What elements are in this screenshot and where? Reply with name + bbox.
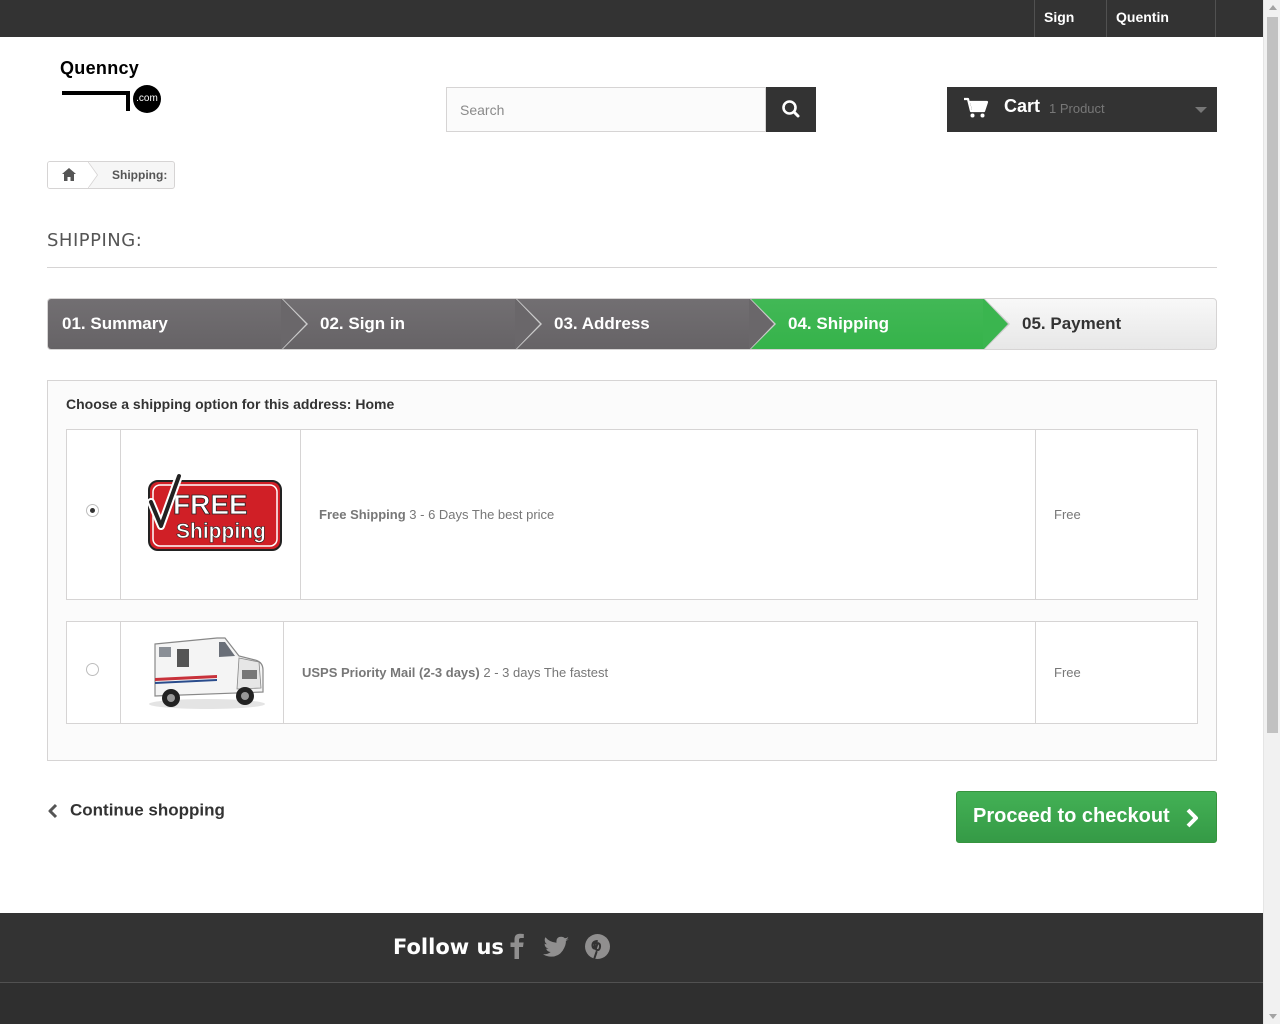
delivery-radio-selected[interactable] xyxy=(86,504,99,517)
step-sign-in[interactable]: 02. Sign in xyxy=(282,299,542,349)
step-address[interactable]: 03. Address xyxy=(516,299,776,349)
step-payment: 05. Payment xyxy=(984,299,1216,349)
follow-us-heading: Follow us xyxy=(393,935,504,959)
option-price-cell: Free xyxy=(1036,430,1197,599)
free-shipping-logo: FREE Shipping xyxy=(147,472,282,551)
facebook-link[interactable] xyxy=(509,932,525,965)
breadcrumb: Shipping: xyxy=(47,161,175,189)
search-button[interactable] xyxy=(766,87,816,132)
cart-label: Cart xyxy=(1004,96,1041,116)
site-logo[interactable]: Quenncy .com xyxy=(58,58,168,118)
delivery-option[interactable]: FREE Shipping Free Shipping 3 - 6 Days T… xyxy=(66,429,1198,600)
delivery-radio[interactable] xyxy=(86,663,99,676)
search-icon xyxy=(782,100,800,118)
option-description: USPS Priority Mail (2-3 days) 2 - 3 days… xyxy=(302,665,608,680)
cart-button[interactable]: Cart 1 Product xyxy=(947,87,1217,132)
option-name: USPS Priority Mail (2-3 days) xyxy=(302,665,480,680)
step-summary[interactable]: 01. Summary xyxy=(48,299,308,349)
option-name: Free Shipping xyxy=(319,507,406,522)
footer-bottom-bar xyxy=(0,982,1263,1024)
continue-shopping-label: Continue shopping xyxy=(70,800,225,820)
sign-out-link[interactable]: Sign out xyxy=(1034,0,1106,59)
step-label: 01. Summary xyxy=(62,314,168,333)
user-account-link[interactable]: Quentin Crabb xyxy=(1106,0,1216,59)
chevron-down-icon xyxy=(1195,107,1207,113)
step-label: 03. Address xyxy=(554,314,650,333)
option-detail: 2 - 3 days The fastest xyxy=(483,665,609,680)
step-label: 02. Sign in xyxy=(320,314,406,333)
step-shipping[interactable]: 04. Shipping xyxy=(750,299,1010,349)
option-price-cell: Free xyxy=(1036,622,1197,723)
step-label: 04. Shipping xyxy=(788,314,890,333)
option-price: Free xyxy=(1054,507,1081,522)
scroll-thumb[interactable] xyxy=(1267,17,1278,733)
logo-line xyxy=(62,91,130,95)
site-footer: Follow us xyxy=(0,913,1263,1024)
scroll-up-arrow[interactable] xyxy=(1269,5,1277,10)
option-price: Free xyxy=(1054,665,1081,680)
free-logo-top: FREE xyxy=(173,489,248,520)
free-logo-bottom: Shipping xyxy=(176,520,266,543)
pinterest-link[interactable] xyxy=(584,932,611,965)
twitter-icon xyxy=(543,936,569,957)
option-description: Free Shipping 3 - 6 Days The best price xyxy=(319,507,554,522)
checkout-label: Proceed to checkout xyxy=(973,805,1170,827)
continue-shopping-link[interactable]: Continue shopping xyxy=(47,800,225,824)
breadcrumb-home[interactable] xyxy=(48,162,90,188)
option-detail: 3 - 6 Days The best price xyxy=(409,507,555,522)
breadcrumb-current: Shipping: xyxy=(112,168,168,182)
page-scrollbar[interactable] xyxy=(1263,0,1280,1024)
pinterest-icon xyxy=(585,934,610,959)
delivery-option[interactable]: USPS Priority Mail (2-3 days) 2 - 3 days… xyxy=(66,621,1198,724)
step-label: 05. Payment xyxy=(1022,314,1122,333)
delivery-options-title: Choose a shipping option for this addres… xyxy=(66,396,395,412)
delivery-options-panel: Choose a shipping option for this addres… xyxy=(47,380,1217,761)
breadcrumb-separator-inner xyxy=(87,162,97,188)
option-description-cell: Free Shipping 3 - 6 Days The best price xyxy=(301,430,1036,599)
option-logo-cell xyxy=(121,622,284,723)
option-radio-cell[interactable] xyxy=(67,622,121,723)
proceed-to-checkout-button[interactable]: Proceed to checkout xyxy=(956,791,1217,843)
scroll-down-arrow[interactable] xyxy=(1269,1014,1277,1019)
top-nav-bar: Sign out Quentin Crabb xyxy=(0,0,1263,59)
home-icon xyxy=(62,168,76,181)
option-logo-cell: FREE Shipping xyxy=(121,430,301,599)
checkout-steps: 01. Summary 02. Sign in 03. Address 04. … xyxy=(47,298,1217,350)
page-title: SHIPPING: xyxy=(47,230,1217,268)
facebook-icon xyxy=(510,933,524,959)
search-bar xyxy=(446,87,816,132)
chevron-left-icon xyxy=(48,803,58,818)
logo-line-vertical xyxy=(126,91,130,111)
search-input[interactable] xyxy=(446,87,766,132)
option-radio-cell[interactable] xyxy=(67,430,121,599)
cart-count: 1 Product xyxy=(1049,101,1105,116)
mail-truck-image xyxy=(149,637,265,709)
chevron-right-icon xyxy=(1186,808,1198,828)
logo-name: Quenncy xyxy=(60,58,140,78)
logo-badge: .com xyxy=(133,85,161,113)
option-description-cell: USPS Priority Mail (2-3 days) 2 - 3 days… xyxy=(284,622,1036,723)
twitter-link[interactable] xyxy=(543,932,570,965)
shopping-cart-icon xyxy=(964,97,989,118)
